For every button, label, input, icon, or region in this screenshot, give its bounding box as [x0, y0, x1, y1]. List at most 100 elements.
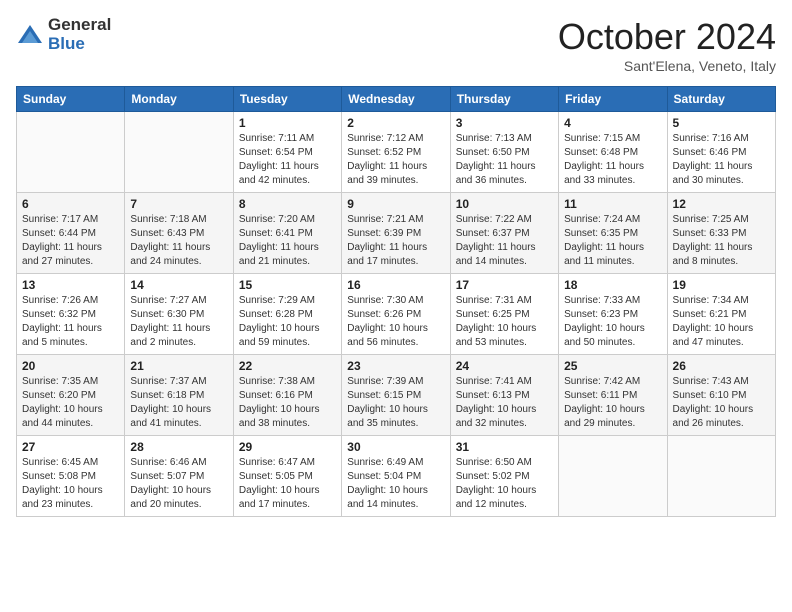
day-cell: 25Sunrise: 7:42 AMSunset: 6:11 PMDayligh…	[559, 355, 667, 436]
day-number: 15	[239, 278, 336, 292]
header-cell-friday: Friday	[559, 87, 667, 112]
day-number: 16	[347, 278, 444, 292]
day-cell: 6 Sunrise: 7:17 AMSunset: 6:44 PMDaylight…	[17, 193, 125, 274]
day-info: Sunrise: 6:50 AMSunset: 5:02 PMDaylight:…	[456, 456, 553, 512]
day-cell	[17, 112, 125, 193]
day-info: Sunrise: 7:33 AMSunset: 6:23 PMDaylight:…	[564, 294, 661, 350]
day-number: 27	[22, 440, 119, 454]
day-cell: 1Sunrise: 7:11 AMSunset: 6:54 PMDaylight…	[233, 112, 341, 193]
day-cell: 27Sunrise: 6:45 AMSunset: 5:08 PMDayligh…	[17, 436, 125, 517]
page-header: General Blue October 2024 Sant'Elena, Ve…	[16, 16, 776, 74]
day-info: Sunrise: 7:24 AMSunset: 6:35 PMDaylight:…	[564, 213, 661, 269]
calendar-header: SundayMondayTuesdayWednesdayThursdayFrid…	[17, 87, 776, 112]
day-number: 4	[564, 116, 661, 130]
day-info: Sunrise: 7:34 AMSunset: 6:21 PMDaylight:…	[673, 294, 770, 350]
day-number: 6	[22, 197, 119, 211]
day-info: Sunrise: 7:25 AMSunset: 6:33 PMDaylight:…	[673, 213, 770, 269]
day-number: 9	[347, 197, 444, 211]
day-number: 10	[456, 197, 553, 211]
week-row-1: 1Sunrise: 7:11 AMSunset: 6:54 PMDaylight…	[17, 112, 776, 193]
day-info: Sunrise: 7:39 AMSunset: 6:15 PMDaylight:…	[347, 375, 444, 431]
day-cell: 11 Sunrise: 7:24 AMSunset: 6:35 PMDayligh…	[559, 193, 667, 274]
day-info: Sunrise: 7:11 AMSunset: 6:54 PMDaylight:…	[239, 132, 336, 188]
day-number: 19	[673, 278, 770, 292]
header-row: SundayMondayTuesdayWednesdayThursdayFrid…	[17, 87, 776, 112]
day-number: 12	[673, 197, 770, 211]
day-number: 22	[239, 359, 336, 373]
day-info: Sunrise: 7:43 AMSunset: 6:10 PMDaylight:…	[673, 375, 770, 431]
day-number: 17	[456, 278, 553, 292]
day-cell	[559, 436, 667, 517]
day-number: 14	[130, 278, 227, 292]
day-cell: 30 Sunrise: 6:49 AMSunset: 5:04 PMDayligh…	[342, 436, 450, 517]
header-cell-tuesday: Tuesday	[233, 87, 341, 112]
day-cell: 8Sunrise: 7:20 AMSunset: 6:41 PMDaylight…	[233, 193, 341, 274]
day-number: 5	[673, 116, 770, 130]
day-number: 30	[347, 440, 444, 454]
day-cell: 26 Sunrise: 7:43 AMSunset: 6:10 PMDayligh…	[667, 355, 775, 436]
day-cell: 5 Sunrise: 7:16 AMSunset: 6:46 PMDaylight…	[667, 112, 775, 193]
day-cell: 13Sunrise: 7:26 AMSunset: 6:32 PMDayligh…	[17, 274, 125, 355]
day-number: 13	[22, 278, 119, 292]
day-cell: 18 Sunrise: 7:33 AMSunset: 6:23 PMDayligh…	[559, 274, 667, 355]
day-cell: 23 Sunrise: 7:39 AMSunset: 6:15 PMDayligh…	[342, 355, 450, 436]
logo-icon	[16, 21, 44, 49]
day-number: 20	[22, 359, 119, 373]
day-info: Sunrise: 7:15 AMSunset: 6:48 PMDaylight:…	[564, 132, 661, 188]
logo-text: General Blue	[48, 16, 111, 53]
header-cell-saturday: Saturday	[667, 87, 775, 112]
day-number: 11	[564, 197, 661, 211]
day-info: Sunrise: 7:21 AMSunset: 6:39 PMDaylight:…	[347, 213, 444, 269]
day-info: Sunrise: 6:49 AMSunset: 5:04 PMDaylight:…	[347, 456, 444, 512]
day-info: Sunrise: 7:30 AMSunset: 6:26 PMDaylight:…	[347, 294, 444, 350]
header-cell-sunday: Sunday	[17, 87, 125, 112]
calendar-body: 1Sunrise: 7:11 AMSunset: 6:54 PMDaylight…	[17, 112, 776, 517]
logo: General Blue	[16, 16, 111, 53]
header-cell-thursday: Thursday	[450, 87, 558, 112]
day-info: Sunrise: 7:41 AMSunset: 6:13 PMDaylight:…	[456, 375, 553, 431]
week-row-3: 13Sunrise: 7:26 AMSunset: 6:32 PMDayligh…	[17, 274, 776, 355]
day-cell: 4 Sunrise: 7:15 AMSunset: 6:48 PMDaylight…	[559, 112, 667, 193]
day-number: 3	[456, 116, 553, 130]
day-cell	[125, 112, 233, 193]
week-row-4: 20Sunrise: 7:35 AMSunset: 6:20 PMDayligh…	[17, 355, 776, 436]
month-title: October 2024	[558, 16, 776, 58]
day-number: 31	[456, 440, 553, 454]
day-cell: 2Sunrise: 7:12 AMSunset: 6:52 PMDaylight…	[342, 112, 450, 193]
location-subtitle: Sant'Elena, Veneto, Italy	[558, 58, 776, 74]
day-info: Sunrise: 7:22 AMSunset: 6:37 PMDaylight:…	[456, 213, 553, 269]
header-cell-monday: Monday	[125, 87, 233, 112]
day-info: Sunrise: 7:37 AMSunset: 6:18 PMDaylight:…	[130, 375, 227, 431]
day-cell: 28 Sunrise: 6:46 AMSunset: 5:07 PMDayligh…	[125, 436, 233, 517]
day-cell: 21 Sunrise: 7:37 AMSunset: 6:18 PMDayligh…	[125, 355, 233, 436]
day-info: Sunrise: 7:27 AMSunset: 6:30 PMDaylight:…	[130, 294, 227, 350]
week-row-5: 27Sunrise: 6:45 AMSunset: 5:08 PMDayligh…	[17, 436, 776, 517]
day-cell: 17 Sunrise: 7:31 AMSunset: 6:25 PMDayligh…	[450, 274, 558, 355]
calendar-table: SundayMondayTuesdayWednesdayThursdayFrid…	[16, 86, 776, 517]
day-info: Sunrise: 7:13 AMSunset: 6:50 PMDaylight:…	[456, 132, 553, 188]
logo-general: General	[48, 16, 111, 35]
day-number: 26	[673, 359, 770, 373]
day-number: 7	[130, 197, 227, 211]
day-info: Sunrise: 6:46 AMSunset: 5:07 PMDaylight:…	[130, 456, 227, 512]
day-number: 21	[130, 359, 227, 373]
day-cell: 12 Sunrise: 7:25 AMSunset: 6:33 PMDayligh…	[667, 193, 775, 274]
day-number: 28	[130, 440, 227, 454]
day-info: Sunrise: 7:38 AMSunset: 6:16 PMDaylight:…	[239, 375, 336, 431]
day-cell: 7Sunrise: 7:18 AMSunset: 6:43 PMDaylight…	[125, 193, 233, 274]
day-info: Sunrise: 7:17 AMSunset: 6:44 PMDaylight:…	[22, 213, 119, 269]
day-number: 25	[564, 359, 661, 373]
day-cell: 10 Sunrise: 7:22 AMSunset: 6:37 PMDayligh…	[450, 193, 558, 274]
day-cell	[667, 436, 775, 517]
day-number: 23	[347, 359, 444, 373]
day-cell: 16 Sunrise: 7:30 AMSunset: 6:26 PMDayligh…	[342, 274, 450, 355]
day-number: 24	[456, 359, 553, 373]
day-info: Sunrise: 6:47 AMSunset: 5:05 PMDaylight:…	[239, 456, 336, 512]
day-info: Sunrise: 7:31 AMSunset: 6:25 PMDaylight:…	[456, 294, 553, 350]
day-cell: 9 Sunrise: 7:21 AMSunset: 6:39 PMDaylight…	[342, 193, 450, 274]
day-number: 2	[347, 116, 444, 130]
day-cell: 15Sunrise: 7:29 AMSunset: 6:28 PMDayligh…	[233, 274, 341, 355]
day-number: 18	[564, 278, 661, 292]
day-info: Sunrise: 7:16 AMSunset: 6:46 PMDaylight:…	[673, 132, 770, 188]
day-number: 8	[239, 197, 336, 211]
